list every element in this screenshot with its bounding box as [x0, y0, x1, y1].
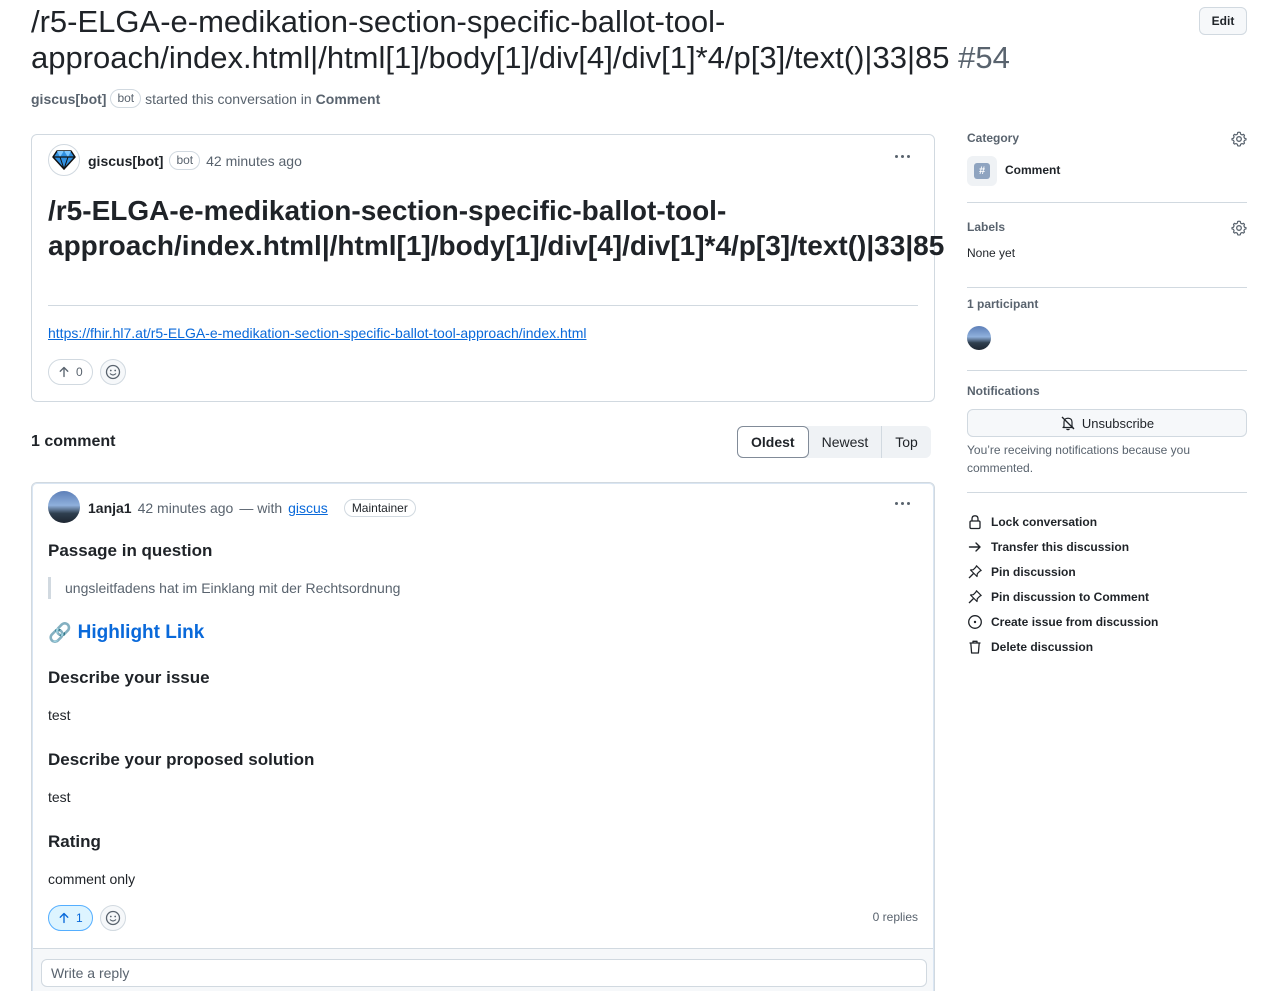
post-timestamp[interactable]: 42 minutes ago	[206, 153, 302, 169]
giscus-link[interactable]: giscus	[288, 500, 328, 516]
solution-heading: Describe your proposed solution	[48, 750, 315, 769]
create-issue-label: Create issue from discussion	[991, 615, 1159, 629]
comment-card: 1anja1 42 minutes ago — with giscus Main…	[31, 482, 935, 991]
highlight-link[interactable]: Highlight Link	[78, 622, 205, 644]
participant-avatar[interactable]	[967, 326, 991, 350]
rating-text: comment only	[48, 871, 136, 887]
labels-value: None yet	[967, 246, 1016, 260]
arrow-right-icon	[968, 542, 981, 552]
post-upvote-count: 0	[76, 365, 83, 379]
arrow-up-icon	[59, 912, 69, 924]
notifications-section: Notifications	[967, 384, 1247, 398]
starter-author-link[interactable]: giscus[bot]	[31, 91, 106, 107]
pin-icon	[968, 565, 982, 579]
reply-input[interactable]: Write a reply	[41, 959, 927, 987]
discussion-title: /r5-ELGA-e-medikation-section-specific-b…	[31, 4, 1171, 76]
comment-options-icon[interactable]	[890, 495, 914, 511]
comment-upvote-count: 1	[76, 911, 83, 925]
pin-icon	[968, 590, 982, 604]
labels-label: Labels	[967, 220, 1006, 234]
gem-icon	[52, 150, 76, 170]
discussion-meta: giscus[bot] bot started this conversatio…	[31, 89, 380, 108]
solution-text: test	[48, 789, 71, 805]
smiley-icon	[105, 364, 121, 380]
commenter-avatar[interactable]	[48, 491, 80, 523]
gear-icon[interactable]	[1231, 131, 1247, 147]
rating-heading: Rating	[48, 832, 101, 851]
comment-with-text: — with	[239, 500, 283, 516]
giscus-avatar[interactable]	[48, 144, 80, 176]
smiley-icon	[105, 910, 121, 926]
category-section: Category	[967, 131, 1247, 147]
pin-discussion-action[interactable]: Pin discussion	[967, 563, 1076, 581]
delete-discussion-label: Delete discussion	[991, 640, 1094, 654]
issue-opened-icon	[968, 615, 982, 629]
issue-heading: Describe your issue	[48, 668, 210, 687]
comment-reaction-button[interactable]	[100, 905, 126, 931]
reply-area: Write a reply	[33, 948, 933, 991]
sort-top-button[interactable]: Top	[882, 426, 931, 458]
category-label: Category	[967, 131, 1020, 145]
post-header: giscus[bot] bot 42 minutes ago	[88, 151, 302, 170]
transfer-discussion-label: Transfer this discussion	[991, 540, 1130, 554]
sort-oldest-button[interactable]: Oldest	[737, 426, 809, 458]
post-reaction-button[interactable]	[100, 359, 126, 385]
post-title: /r5-ELGA-e-medikation-section-specific-b…	[48, 195, 945, 261]
gear-icon[interactable]	[1231, 220, 1247, 236]
highlight-link-row: 🔗 Highlight Link	[48, 621, 204, 645]
link-emoji-icon: 🔗	[48, 623, 72, 644]
transfer-discussion-action[interactable]: Transfer this discussion	[967, 538, 1129, 556]
bell-slash-icon	[1061, 416, 1075, 431]
post-divider	[48, 305, 918, 306]
pin-to-category-action[interactable]: Pin discussion to Comment	[967, 588, 1149, 606]
post-link[interactable]: https://fhir.hl7.at/r5-ELGA-e-medikation…	[48, 325, 586, 341]
passage-heading: Passage in question	[48, 541, 213, 560]
unsubscribe-label: Unsubscribe	[1081, 415, 1155, 431]
discussion-number: #54	[958, 40, 1010, 75]
bot-badge: bot	[110, 89, 142, 108]
edit-button[interactable]: Edit	[1199, 7, 1247, 35]
trash-icon	[969, 640, 981, 654]
unsubscribe-button[interactable]: Unsubscribe	[967, 409, 1247, 437]
started-text: started this conversation in	[145, 90, 312, 107]
sidebar-divider	[967, 202, 1247, 203]
lock-conversation-label: Lock conversation	[991, 515, 1098, 529]
sidebar-divider	[967, 287, 1247, 288]
maintainer-badge: Maintainer	[343, 499, 416, 517]
original-post: giscus[bot] bot 42 minutes ago /r5-ELGA-…	[31, 134, 945, 402]
labels-section: Labels None yet	[967, 220, 1247, 260]
comment-upvote-button[interactable]: 1	[48, 905, 93, 931]
category-value[interactable]: Comment	[1005, 163, 1205, 177]
category-link[interactable]: Comment	[316, 91, 381, 107]
pin-to-category-label: Pin discussion to Comment	[991, 590, 1150, 604]
pin-discussion-label: Pin discussion	[991, 565, 1076, 579]
post-upvote-button[interactable]: 0	[48, 359, 93, 385]
sidebar-divider	[967, 370, 1247, 371]
notifications-label: Notifications	[967, 384, 1040, 398]
discussion-title-text: /r5-ELGA-e-medikation-section-specific-b…	[31, 4, 950, 75]
bot-badge: bot	[169, 151, 201, 170]
comment-sort-control: Oldest Newest Top	[737, 426, 931, 458]
sidebar-divider	[967, 492, 1247, 493]
lock-conversation-action[interactable]: Lock conversation	[967, 513, 1097, 531]
participants-section: 1 participant	[967, 297, 1247, 311]
delete-discussion-action[interactable]: Delete discussion	[967, 638, 1093, 656]
notifications-note: You’re receiving notifications because y…	[967, 443, 1191, 475]
issue-text: test	[48, 707, 71, 723]
sort-newest-button[interactable]: Newest	[809, 426, 883, 458]
create-issue-action[interactable]: Create issue from discussion	[967, 613, 1158, 631]
arrow-up-icon	[59, 366, 69, 378]
category-emoji-icon: #	[967, 156, 997, 186]
participants-label: 1 participant	[967, 297, 1039, 311]
post-author[interactable]: giscus[bot]	[88, 153, 163, 169]
comment-author[interactable]: 1anja1	[88, 500, 132, 516]
passage-quote: ungsleitfadens hat im Einklang mit der R…	[48, 577, 400, 599]
comments-count: 1 comment	[31, 433, 116, 450]
comment-header: 1anja1 42 minutes ago — with giscus Main…	[88, 499, 416, 517]
post-options-icon[interactable]	[890, 148, 914, 164]
replies-count: 0 replies	[872, 910, 918, 924]
lock-icon	[969, 515, 981, 530]
comment-timestamp[interactable]: 42 minutes ago	[138, 500, 234, 516]
